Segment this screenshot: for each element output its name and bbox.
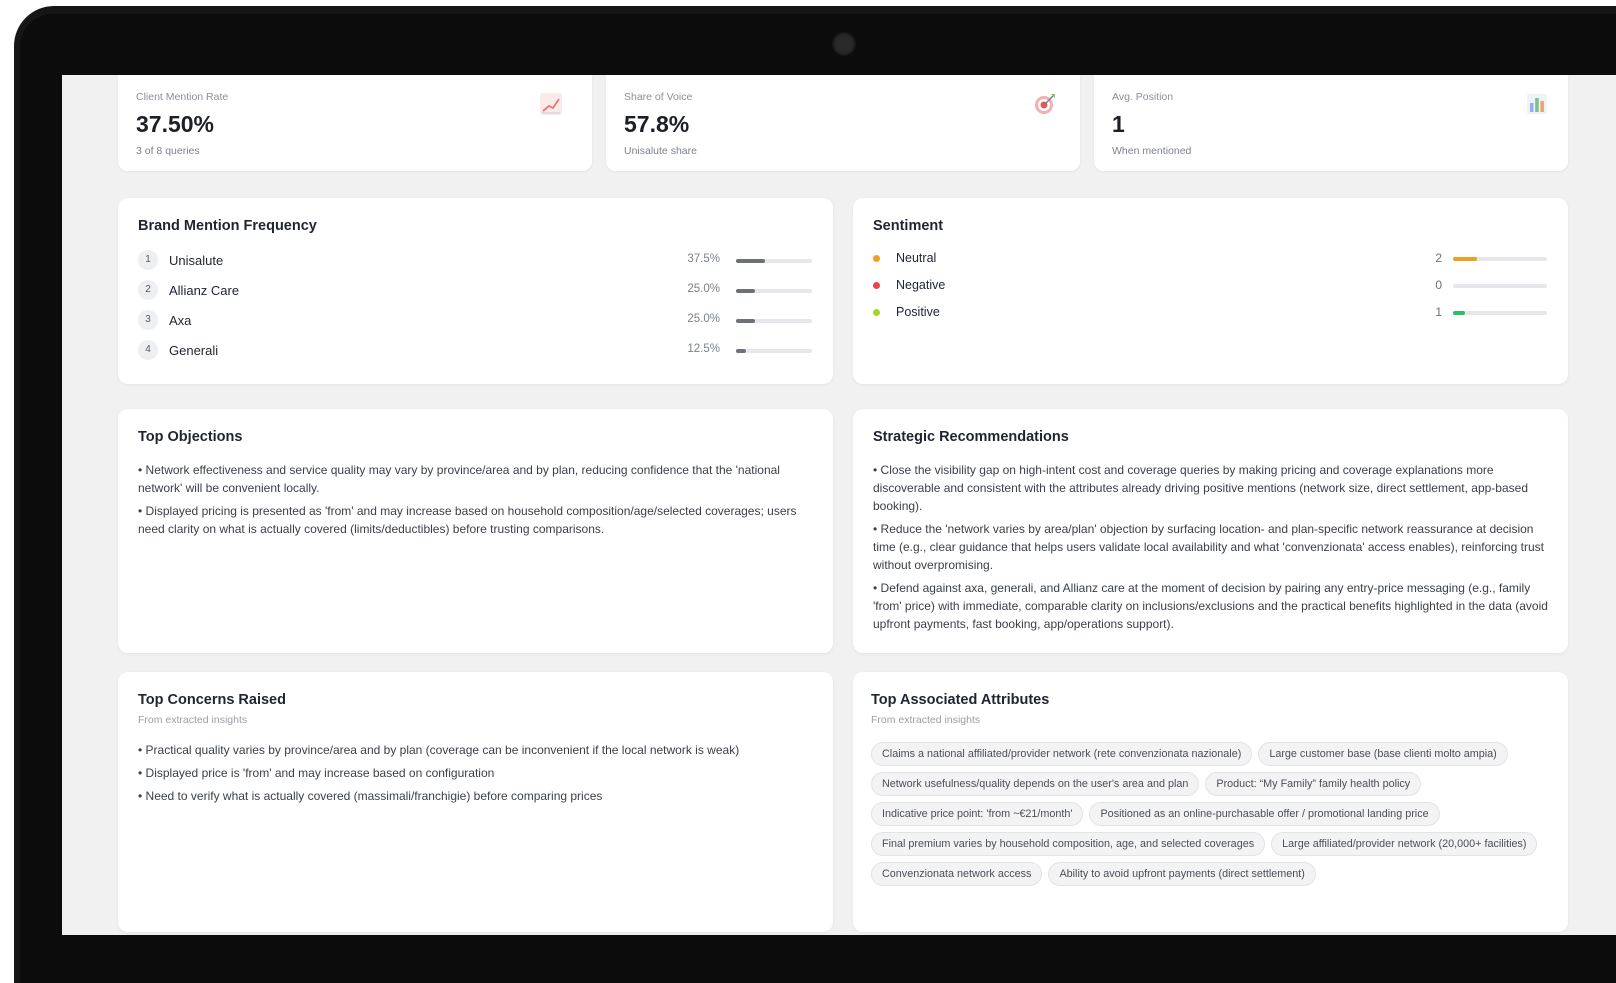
card-subtitle: From extracted insights [138, 714, 248, 726]
sentiment-count: 0 [1435, 278, 1442, 292]
attribute-chip[interactable]: Network usefulness/quality depends on th… [871, 772, 1200, 796]
attributes-card: Top Associated Attributes From extracted… [853, 672, 1568, 932]
recommendation-item: • Close the visibility gap on high-inten… [873, 463, 1529, 513]
objections-card: Top Objections • Network effectiveness a… [118, 409, 833, 653]
brand-bar-track [736, 349, 812, 353]
objection-item: • Displayed pricing is presented as 'fro… [138, 504, 797, 536]
attribute-chip[interactable]: Product: “My Family” family health polic… [1205, 772, 1422, 796]
brand-row: 1 Unisalute 37.5% [138, 250, 812, 272]
rank-badge: 2 [138, 280, 158, 300]
objection-item: • Network effectiveness and service qual… [138, 463, 780, 495]
recommendations-card: Strategic Recommendations • Close the vi… [853, 409, 1568, 653]
sentiment-dot [873, 282, 880, 289]
sentiment-card: Sentiment Neutral 2 Negative 0 Positive 1 [853, 198, 1568, 384]
kpi-value: 57.8% [624, 111, 690, 137]
kpi-card-share-of-voice: Share of Voice 57.8% Unisalute share [606, 75, 1080, 171]
brand-name: Axa [169, 313, 192, 328]
kpi-label: Share of Voice [624, 91, 693, 103]
sentiment-row: Neutral 2 [873, 249, 1547, 269]
card-title: Strategic Recommendations [873, 429, 1069, 445]
bar-chart-icon [1527, 94, 1547, 114]
brand-percentage: 25.0% [687, 283, 720, 295]
sentiment-bar-track [1453, 311, 1547, 315]
kpi-label: Client Mention Rate [136, 91, 229, 103]
rank-badge: 1 [138, 250, 158, 270]
kpi-card-avg-position: Avg. Position 1 When mentioned [1094, 75, 1568, 171]
brand-bar-track [736, 259, 812, 263]
brand-percentage: 12.5% [687, 343, 720, 355]
recommendation-item: • Reduce the 'network varies by area/pla… [873, 522, 1544, 572]
sentiment-bar-track [1453, 284, 1547, 288]
sentiment-name: Neutral [896, 251, 937, 265]
webcam [832, 32, 856, 56]
card-subtitle: From extracted insights [871, 714, 981, 726]
sentiment-bar-fill [1453, 311, 1465, 315]
attribute-chip[interactable]: Positioned as an online-purchasable offe… [1089, 802, 1440, 826]
sentiment-count: 2 [1435, 251, 1442, 265]
sentiment-dot [873, 309, 880, 316]
attribute-chip[interactable]: Claims a national affiliated/provider ne… [871, 742, 1253, 766]
sentiment-row: Positive 1 [873, 303, 1547, 323]
attribute-chip[interactable]: Large affiliated/provider network (20,00… [1271, 832, 1538, 856]
brand-row: 2 Allianz Care 25.0% [138, 280, 812, 302]
rank-badge: 3 [138, 310, 158, 330]
sentiment-bar-fill [1453, 257, 1477, 261]
brand-bar-fill [736, 349, 746, 353]
brand-percentage: 25.0% [687, 313, 720, 325]
target-icon [1035, 94, 1055, 114]
kpi-sub: 3 of 8 queries [136, 145, 200, 157]
sentiment-row: Negative 0 [873, 276, 1547, 296]
concern-item: • Need to verify what is actually covere… [138, 789, 603, 803]
kpi-value: 1 [1112, 111, 1125, 137]
sentiment-dot [873, 255, 880, 262]
attribute-chips: Claims a national affiliated/provider ne… [871, 742, 1550, 886]
card-title: Top Objections [138, 429, 243, 445]
sentiment-name: Negative [896, 278, 946, 292]
trend-line-icon [540, 93, 562, 115]
attribute-chip[interactable]: Large customer base (base clienti molto … [1258, 742, 1508, 766]
attribute-chip[interactable]: Indicative price point: 'from ~€21/month… [871, 802, 1084, 826]
brand-row: 4 Generali 12.5% [138, 340, 812, 362]
dashboard-screen: Client Mention Rate 37.50% 3 of 8 querie… [62, 75, 1616, 935]
kpi-sub: When mentioned [1112, 145, 1192, 157]
concern-item: • Practical quality varies by province/a… [138, 743, 740, 757]
card-title: Brand Mention Frequency [138, 218, 317, 234]
kpi-label: Avg. Position [1112, 91, 1174, 103]
attribute-chip[interactable]: Convenzionata network access [871, 862, 1043, 886]
concern-item: • Displayed price is 'from' and may incr… [138, 766, 495, 780]
sentiment-name: Positive [896, 305, 940, 319]
sentiment-count: 1 [1435, 305, 1442, 319]
brand-row: 3 Axa 25.0% [138, 310, 812, 332]
sentiment-bar-track [1453, 257, 1547, 261]
concerns-card: Top Concerns Raised From extracted insig… [118, 672, 833, 932]
kpi-card-mention-rate: Client Mention Rate 37.50% 3 of 8 querie… [118, 75, 592, 171]
kpi-sub: Unisalute share [624, 145, 697, 157]
card-title: Top Concerns Raised [138, 692, 286, 708]
attribute-chip[interactable]: Final premium varies by household compos… [871, 832, 1266, 856]
card-title: Top Associated Attributes [871, 692, 1050, 708]
brand-frequency-card: Brand Mention Frequency 1 Unisalute 37.5% 2… [118, 198, 833, 384]
card-title: Sentiment [873, 218, 944, 234]
brand-bar-track [736, 289, 812, 293]
brand-bar-fill [736, 289, 755, 293]
attribute-chip[interactable]: Ability to avoid upfront payments (direc… [1048, 862, 1316, 886]
brand-percentage: 37.5% [687, 253, 720, 265]
brand-name: Generali [169, 343, 219, 358]
kpi-value: 37.50% [136, 111, 215, 137]
brand-bar-track [736, 319, 812, 323]
recommendation-item: • Defend against axa, generali, and Alli… [873, 581, 1548, 631]
brand-bar-fill [736, 259, 765, 263]
brand-bar-fill [736, 319, 755, 323]
rank-badge: 4 [138, 340, 158, 360]
brand-name: Unisalute [169, 253, 224, 268]
brand-name: Allianz Care [169, 283, 240, 298]
